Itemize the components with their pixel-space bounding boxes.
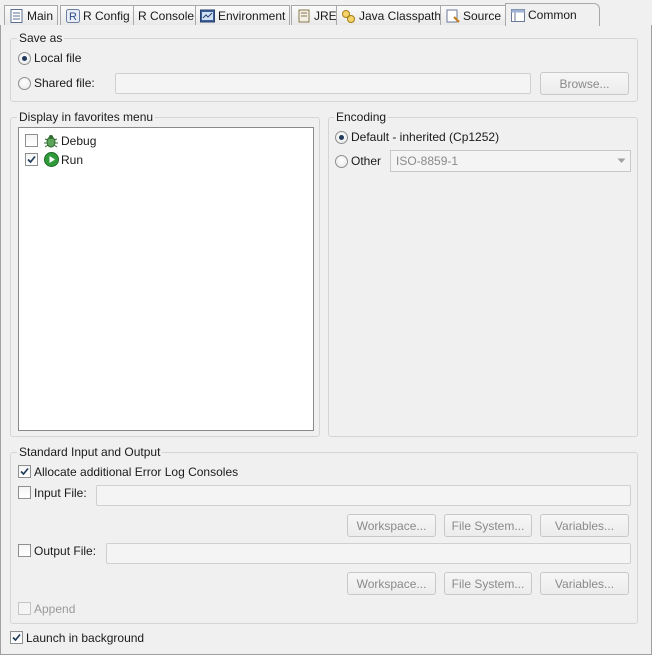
source-icon [445, 9, 460, 24]
output-file-checkbox[interactable] [18, 544, 31, 557]
input-file-checkbox[interactable] [18, 486, 31, 499]
append-label: Append [34, 602, 76, 616]
default-encoding-radio[interactable] [335, 131, 348, 144]
tab-java-classpath[interactable]: Java Classpath [336, 5, 447, 26]
document-icon [9, 9, 24, 24]
input-file-system-button[interactable]: File System... [444, 514, 532, 537]
output-file-field[interactable] [106, 543, 631, 564]
launch-background-checkbox[interactable] [10, 631, 23, 644]
tab-main[interactable]: Main [4, 5, 59, 26]
debug-label: Debug [61, 134, 97, 148]
save-as-title: Save as [17, 31, 65, 45]
favorites-title: Display in favorites menu [17, 110, 156, 124]
run-label: Run [61, 153, 84, 167]
output-file-system-button[interactable]: File System... [444, 572, 532, 595]
stdio-title: Standard Input and Output [17, 445, 163, 459]
output-file-label: Output File: [34, 544, 97, 558]
tab-r-config[interactable]: R R Config [60, 5, 135, 26]
tab-r-console[interactable]: R Console [133, 5, 200, 26]
input-variables-button[interactable]: Variables... [540, 514, 629, 537]
tab-common[interactable]: Common [505, 3, 600, 26]
shared-file-field[interactable] [115, 73, 531, 94]
tab-bar: Main R R Config R Console Environment JR… [0, 0, 652, 26]
allocate-console-checkbox[interactable] [18, 465, 31, 478]
run-checkbox[interactable] [25, 153, 38, 166]
tab-label: Main [27, 9, 54, 23]
allocate-console-label: Allocate additional Error Log Consoles [34, 465, 239, 479]
tab-label: JRE [314, 9, 337, 23]
encoding-title: Encoding [334, 110, 389, 124]
default-encoding-label: Default - inherited (Cp1252) [351, 130, 500, 144]
tab-environment[interactable]: Environment [195, 5, 291, 26]
r-icon: R [65, 9, 80, 24]
tab-source[interactable]: Source [440, 5, 507, 26]
append-checkbox[interactable] [18, 602, 31, 615]
run-icon [44, 152, 59, 170]
browse-button[interactable]: Browse... [540, 72, 629, 95]
other-encoding-radio[interactable] [335, 155, 348, 168]
shared-file-radio[interactable] [18, 77, 31, 90]
chevron-down-icon[interactable] [612, 151, 630, 171]
input-workspace-button[interactable]: Workspace... [347, 514, 436, 537]
output-variables-button[interactable]: Variables... [540, 572, 629, 595]
tab-label: Environment [218, 9, 286, 23]
svg-text:R: R [69, 11, 77, 23]
environment-icon [200, 9, 215, 24]
input-file-field[interactable] [96, 485, 631, 506]
jre-icon [296, 9, 311, 24]
local-file-radio[interactable] [18, 52, 31, 65]
tab-label: R Console [138, 9, 195, 23]
encoding-select[interactable]: ISO-8859-1 [390, 150, 631, 172]
debug-bug-icon [43, 133, 59, 152]
tab-label: Common [528, 8, 577, 22]
other-encoding-label: Other [351, 154, 382, 168]
classpath-icon [341, 9, 356, 24]
local-file-label: Local file [34, 51, 82, 65]
tab-label: Source [463, 9, 502, 23]
favorites-list[interactable]: Debug Run [18, 127, 314, 431]
launch-background-label: Launch in background [26, 631, 145, 645]
tab-label: R Config [83, 9, 130, 23]
input-file-label: Input File: [34, 486, 87, 500]
shared-file-label: Shared file: [34, 76, 95, 90]
encoding-select-value: ISO-8859-1 [396, 154, 459, 168]
tab-jre[interactable]: JRE [291, 5, 342, 26]
debug-checkbox[interactable] [25, 134, 38, 147]
tab-label: Java Classpath [359, 9, 442, 23]
output-workspace-button[interactable]: Workspace... [347, 572, 436, 595]
common-icon [510, 8, 525, 23]
